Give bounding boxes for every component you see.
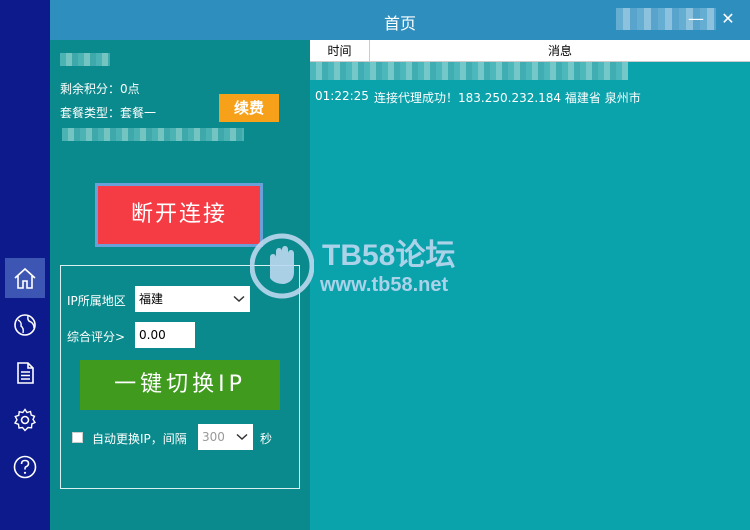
disconnect-button[interactable]: 断开连接 [95, 183, 263, 247]
table-row[interactable]: 01:22:25 连接代理成功！183.250.232.184 福建省 泉州市 [310, 89, 750, 107]
interval-select[interactable]: 300 [198, 424, 253, 450]
left-nav [0, 0, 50, 530]
points-text: 剩余积分：0点 [60, 82, 140, 96]
interval-value: 300 [202, 430, 225, 444]
chevron-down-icon [232, 286, 246, 312]
column-message[interactable]: 消息 [370, 40, 750, 62]
region-label: IP所属地区 [67, 294, 126, 308]
close-button[interactable]: ✕ [715, 6, 741, 32]
hand-logo-icon [250, 233, 314, 299]
redacted-expiry [62, 128, 244, 141]
redacted-log-row [310, 62, 628, 80]
nav-logs[interactable] [5, 353, 45, 393]
document-icon [17, 362, 34, 384]
title-bar: 首页 — ✕ [50, 0, 750, 40]
minimize-button[interactable]: — [683, 6, 709, 32]
switch-ip-button[interactable]: 一键切换IP [80, 360, 280, 410]
nav-home[interactable] [5, 258, 45, 298]
renew-button[interactable]: 续费 [219, 94, 279, 122]
home-icon [14, 267, 36, 289]
auto-switch-label: 自动更换IP，间隔 [92, 432, 187, 446]
region-value: 福建 [139, 292, 164, 306]
column-time[interactable]: 时间 [310, 40, 370, 62]
redacted-username [60, 53, 110, 66]
region-select[interactable]: 福建 [135, 286, 250, 312]
watermark: TB58论坛 www.tb58.net [248, 226, 508, 306]
package-text: 套餐类型：套餐一 [60, 106, 157, 120]
watermark-title: TB58论坛 [322, 239, 456, 272]
nav-settings[interactable] [5, 400, 45, 440]
log-header: 时间 消息 [310, 40, 750, 62]
nav-network[interactable] [5, 305, 45, 345]
interval-unit: 秒 [260, 432, 273, 446]
globe-icon [14, 314, 36, 336]
log-time: 01:22:25 [315, 89, 369, 103]
watermark-url: www.tb58.net [320, 274, 449, 296]
log-message: 连接代理成功！183.250.232.184 福建省 泉州市 [374, 91, 641, 105]
nav-help[interactable] [5, 447, 45, 487]
score-label: 综合评分> [67, 330, 126, 344]
gear-icon [13, 408, 37, 432]
chevron-down-icon [235, 424, 249, 450]
score-input[interactable]: 0.00 [135, 322, 195, 348]
auto-switch-checkbox[interactable] [72, 432, 83, 443]
help-icon [13, 455, 37, 479]
